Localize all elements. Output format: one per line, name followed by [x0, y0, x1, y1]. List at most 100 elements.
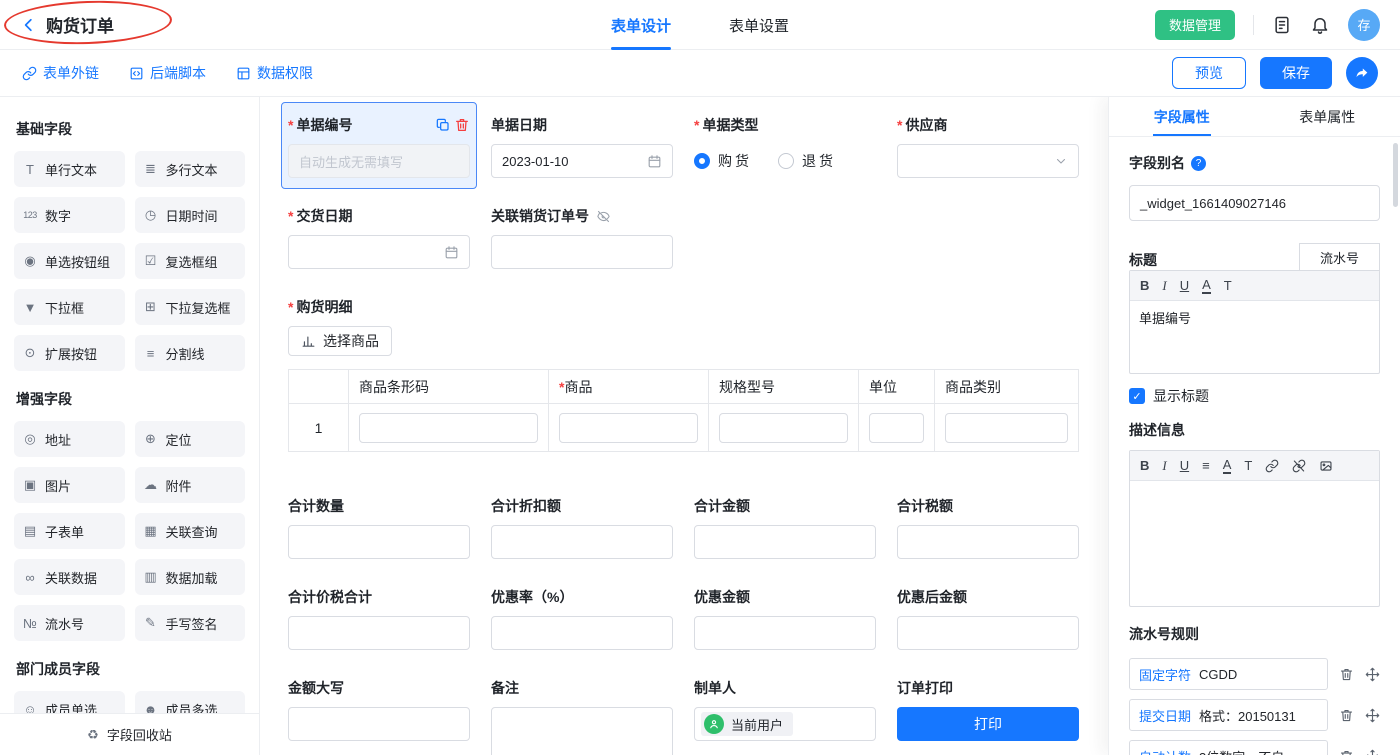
bold-icon[interactable]: B — [1140, 459, 1149, 472]
spec-input[interactable] — [719, 413, 848, 443]
total-qty-input[interactable] — [288, 525, 470, 559]
tab-form-design[interactable]: 表单设计 — [611, 0, 671, 50]
delivery-date-input[interactable] — [288, 235, 470, 269]
alias-input[interactable]: _widget_1661409027146 — [1129, 185, 1380, 221]
form-canvas[interactable]: * 单据编号 自动生成无需填写 单据日 — [260, 97, 1108, 755]
bold-icon[interactable]: B — [1140, 279, 1149, 292]
tab-field-properties[interactable]: 字段属性 — [1109, 97, 1255, 136]
category-input[interactable] — [945, 413, 1068, 443]
rule-auto-count[interactable]: 自动计数 3位数字，不自... — [1129, 740, 1328, 755]
bill-date-input[interactable]: 2023-01-10 — [491, 144, 673, 178]
back-button[interactable] — [20, 16, 38, 34]
canvas-field-bill-type[interactable]: * 单据类型 购货 退货 — [694, 115, 876, 178]
canvas-field-remark[interactable]: 备注 — [491, 678, 673, 755]
bill-no-input[interactable]: 自动生成无需填写 — [288, 144, 470, 178]
font-size-icon[interactable]: T — [1244, 459, 1252, 472]
panel-scrollbar[interactable] — [1393, 143, 1398, 207]
rule-fixed-chars[interactable]: 固定字符 CGDD — [1129, 658, 1328, 690]
canvas-field-order-print[interactable]: 订单打印 打印 — [897, 678, 1079, 755]
field-item-single-line-text[interactable]: T单行文本 — [14, 151, 125, 187]
external-link-button[interactable]: 表单外链 — [22, 63, 99, 83]
save-button[interactable]: 保存 — [1260, 57, 1332, 89]
underline-icon[interactable]: U — [1180, 459, 1189, 472]
total-with-tax-input[interactable] — [288, 616, 470, 650]
after-discount-input[interactable] — [897, 616, 1079, 650]
rule-type[interactable]: 自动计数 — [1139, 747, 1191, 755]
tab-form-settings[interactable]: 表单设置 — [729, 0, 789, 50]
creator-input[interactable]: 当前用户 — [694, 707, 876, 741]
discount-amount-input[interactable] — [694, 616, 876, 650]
product-input[interactable] — [559, 413, 698, 443]
total-discount-input[interactable] — [491, 525, 673, 559]
canvas-field-total-tax[interactable]: 合计税额 — [897, 496, 1079, 559]
preview-button[interactable]: 预览 — [1172, 57, 1246, 89]
remark-textarea[interactable] — [491, 707, 673, 755]
bell-icon[interactable] — [1310, 15, 1330, 35]
insert-serial-chip[interactable]: 流水号 — [1299, 243, 1380, 271]
data-permission-button[interactable]: 数据权限 — [236, 63, 313, 83]
field-item-subform[interactable]: ▤子表单 — [14, 513, 125, 549]
help-icon[interactable]: ? — [1191, 156, 1206, 171]
total-tax-input[interactable] — [897, 525, 1079, 559]
move-rule-icon[interactable] — [1365, 749, 1380, 755]
italic-icon[interactable]: I — [1162, 279, 1166, 292]
field-item-divider[interactable]: ≡分割线 — [135, 335, 246, 371]
field-item-multi-select[interactable]: ⊞下拉复选框 — [135, 289, 246, 325]
delete-rule-icon[interactable] — [1339, 667, 1354, 682]
remove-link-icon[interactable] — [1292, 459, 1306, 473]
insert-image-icon[interactable] — [1319, 459, 1333, 473]
description-editor-content[interactable] — [1130, 481, 1379, 606]
unit-input[interactable] — [869, 413, 924, 443]
underline-icon[interactable]: U — [1180, 279, 1189, 292]
discount-rate-input[interactable] — [491, 616, 673, 650]
delete-rule-icon[interactable] — [1339, 749, 1354, 755]
canvas-field-amount-words[interactable]: 金额大写 — [288, 678, 470, 755]
canvas-field-discount-amount[interactable]: 优惠金额 — [694, 587, 876, 650]
field-item-attachment[interactable]: ☁附件 — [135, 467, 246, 503]
canvas-field-after-discount[interactable]: 优惠后金额 — [897, 587, 1079, 650]
field-item-serial-number[interactable]: №流水号 — [14, 605, 125, 641]
related-sales-input[interactable] — [491, 235, 673, 269]
canvas-field-related-sales-no[interactable]: 关联销货订单号 — [491, 206, 673, 269]
canvas-field-bill-date[interactable]: 单据日期 2023-01-10 — [491, 115, 673, 178]
copy-field-icon[interactable] — [435, 117, 451, 133]
canvas-field-total-with-tax[interactable]: 合计价税合计 — [288, 587, 470, 650]
total-amount-input[interactable] — [694, 525, 876, 559]
field-item-extend-button[interactable]: ⊙扩展按钮 — [14, 335, 125, 371]
field-item-select[interactable]: ▼下拉框 — [14, 289, 125, 325]
select-product-button[interactable]: 选择商品 — [288, 326, 392, 356]
canvas-field-total-discount[interactable]: 合计折扣额 — [491, 496, 673, 559]
current-user-tag[interactable]: 当前用户 — [701, 712, 793, 736]
move-rule-icon[interactable] — [1365, 708, 1380, 723]
field-item-number[interactable]: 123数字 — [14, 197, 125, 233]
data-manage-button[interactable]: 数据管理 — [1155, 10, 1235, 40]
delete-field-icon[interactable] — [454, 117, 470, 133]
canvas-field-total-qty[interactable]: 合计数量 — [288, 496, 470, 559]
canvas-field-total-amount[interactable]: 合计金额 — [694, 496, 876, 559]
rule-submit-date[interactable]: 提交日期 格式：20150131 — [1129, 699, 1328, 731]
canvas-field-purchase-detail[interactable]: * 购货明细 选择商品 商品条形码 *商品 — [288, 297, 1080, 452]
canvas-field-creator[interactable]: 制单人 当前用户 — [694, 678, 876, 755]
delete-rule-icon[interactable] — [1339, 708, 1354, 723]
italic-icon[interactable]: I — [1162, 459, 1166, 472]
field-item-datetime[interactable]: ◷日期时间 — [135, 197, 246, 233]
barcode-input[interactable] — [359, 413, 538, 443]
insert-link-icon[interactable] — [1265, 459, 1279, 473]
move-rule-icon[interactable] — [1365, 667, 1380, 682]
canvas-field-bill-no[interactable]: * 单据编号 自动生成无需填写 — [281, 102, 477, 189]
checkbox-checked-icon[interactable]: ✓ — [1129, 388, 1145, 404]
canvas-field-delivery-date[interactable]: * 交货日期 — [288, 206, 470, 269]
field-item-image[interactable]: ▣图片 — [14, 467, 125, 503]
tab-form-properties[interactable]: 表单属性 — [1255, 97, 1400, 136]
font-color-icon[interactable]: A — [1202, 278, 1211, 294]
field-item-radio-group[interactable]: ◉单选按钮组 — [14, 243, 125, 279]
title-editor-content[interactable]: 单据编号 — [1130, 301, 1379, 373]
backend-script-button[interactable]: 后端脚本 — [129, 63, 206, 83]
font-color-icon[interactable]: A — [1223, 458, 1232, 474]
field-item-linked-query[interactable]: ▦关联查询 — [135, 513, 246, 549]
field-item-address[interactable]: ◎地址 — [14, 421, 125, 457]
field-item-signature[interactable]: ✎手写签名 — [135, 605, 246, 641]
field-item-multi-line-text[interactable]: ≣多行文本 — [135, 151, 246, 187]
canvas-field-supplier[interactable]: * 供应商 — [897, 115, 1079, 178]
field-recycle-bin[interactable]: ♻ 字段回收站 — [0, 713, 259, 755]
